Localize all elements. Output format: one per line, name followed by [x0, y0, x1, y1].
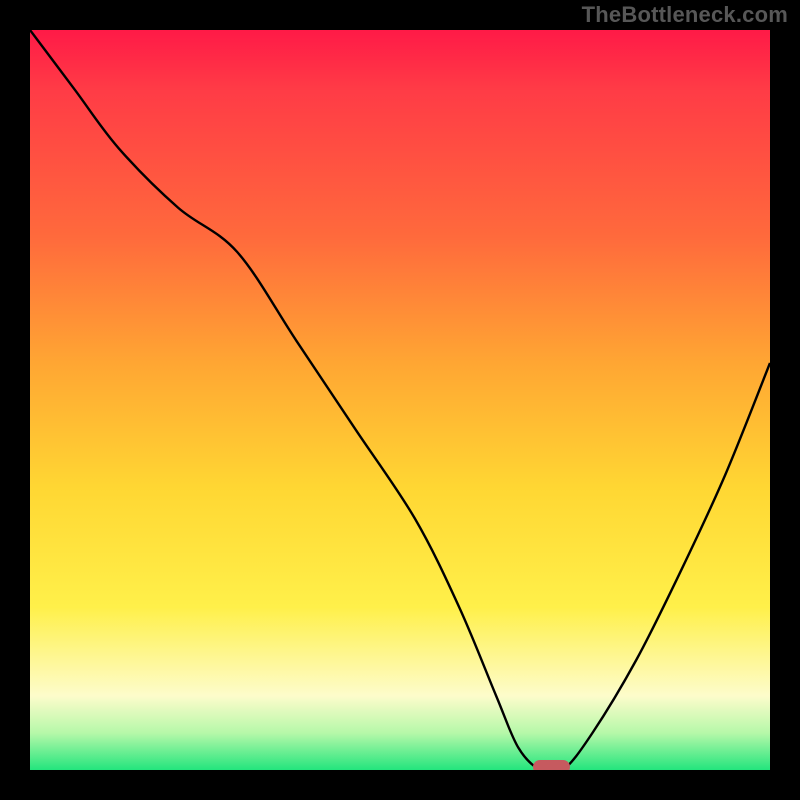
- bottleneck-curve: [30, 30, 770, 770]
- minimum-marker: [533, 760, 570, 770]
- curve-path: [30, 30, 770, 770]
- plot-area: [30, 30, 770, 770]
- chart-frame: TheBottleneck.com: [0, 0, 800, 800]
- watermark-label: TheBottleneck.com: [582, 2, 788, 28]
